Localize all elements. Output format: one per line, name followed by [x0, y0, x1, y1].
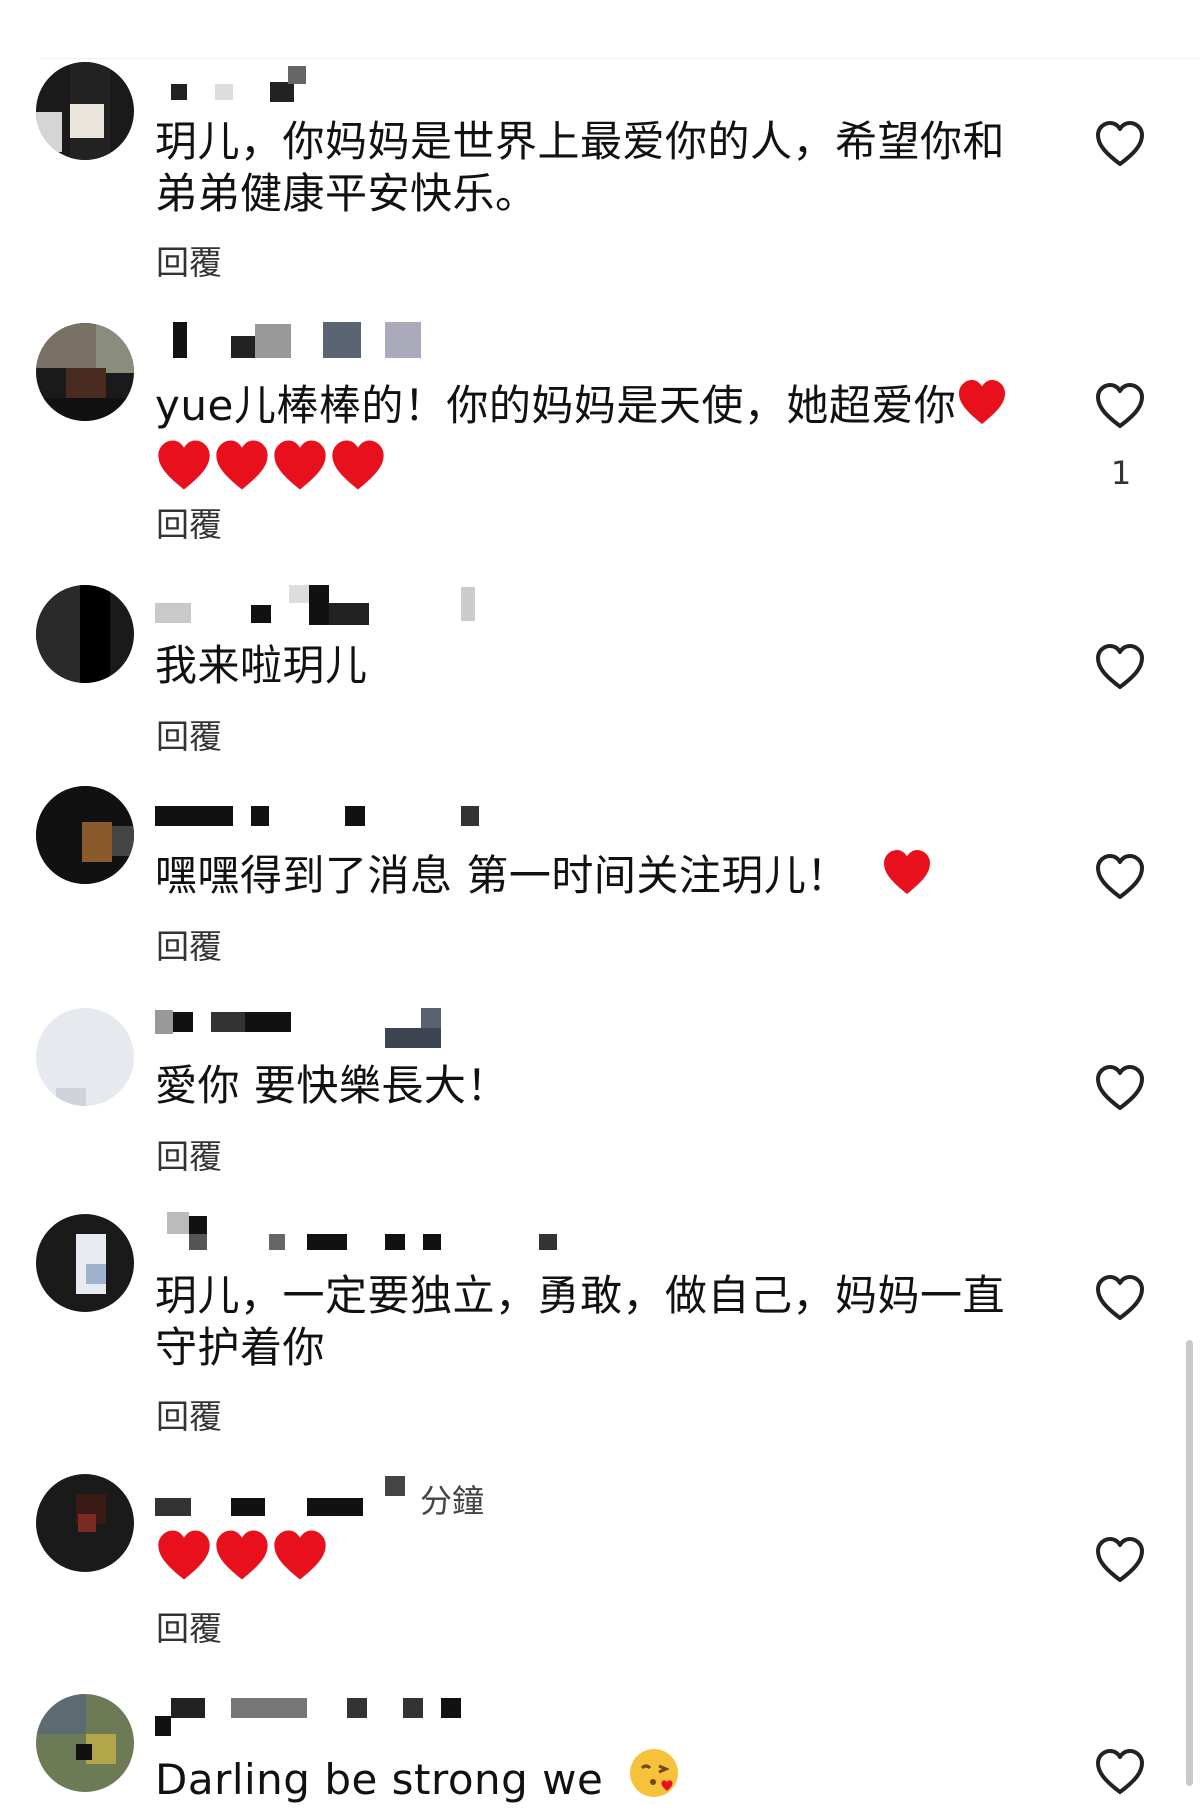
comment-text: 我来啦玥儿	[155, 641, 368, 690]
red-heart-emoji	[329, 438, 387, 504]
like-button[interactable]	[1094, 853, 1146, 901]
heart-outline-icon	[1096, 121, 1144, 166]
like-button[interactable]	[1094, 120, 1146, 168]
comment-text: 嘿嘿得到了消息 第一时间关注玥儿！	[155, 848, 1045, 908]
comment-text: 玥儿，一定要独立，勇敢，做自己，妈妈一直守护着你	[155, 1271, 1006, 1372]
like-button[interactable]	[1094, 1536, 1146, 1584]
comment-text	[155, 1528, 1045, 1594]
reply-button[interactable]: 回覆	[156, 1390, 222, 1438]
red-heart-emoji	[271, 438, 329, 504]
avatar[interactable]	[36, 1474, 134, 1572]
heart-outline-icon	[1096, 1749, 1144, 1794]
reply-button[interactable]: 回覆	[156, 920, 222, 968]
kiss-face-emoji	[627, 1746, 681, 1812]
username-redacted[interactable]	[155, 585, 515, 625]
username-redacted[interactable]	[155, 322, 515, 358]
username-redacted[interactable]	[155, 66, 515, 102]
avatar[interactable]	[36, 323, 134, 421]
emoji-row	[155, 440, 387, 496]
red-heart-emoji	[155, 438, 213, 504]
red-heart-emoji	[956, 378, 1008, 438]
avatar[interactable]	[36, 1214, 134, 1312]
username-redacted[interactable]	[155, 1696, 515, 1736]
red-heart-emoji	[213, 438, 271, 504]
heart-outline-icon	[1096, 1065, 1144, 1110]
comment-text-content: Darling be strong we	[155, 1755, 604, 1804]
reply-button[interactable]: 回覆	[156, 236, 222, 284]
comment-text: 玥儿，你妈妈是世界上最爱你的人，希望你和弟弟健康平安快乐。	[155, 117, 1006, 218]
avatar[interactable]	[36, 1008, 134, 1106]
like-button[interactable]	[1094, 1274, 1146, 1322]
red-heart-emoji	[155, 1528, 213, 1594]
reply-button[interactable]: 回覆	[156, 710, 222, 758]
like-button[interactable]	[1094, 1748, 1146, 1796]
username-redacted[interactable]	[155, 800, 515, 836]
red-heart-emoji	[213, 1528, 271, 1594]
avatar[interactable]	[36, 786, 134, 884]
red-heart-emoji	[881, 848, 933, 908]
top-divider	[40, 58, 1200, 59]
comment-text: yue儿棒棒的！你的妈妈是天使，她超爱你	[155, 378, 1045, 504]
heart-outline-icon	[1096, 1275, 1144, 1320]
like-count: 1	[1110, 454, 1132, 492]
heart-outline-icon	[1096, 644, 1144, 689]
heart-outline-icon	[1096, 1537, 1144, 1582]
reply-button[interactable]: 回覆	[156, 498, 222, 546]
comment-text: 愛你 要快樂長大！	[155, 1061, 509, 1110]
timestamp: 分鐘	[420, 1482, 485, 1520]
emoji-row	[155, 1530, 329, 1586]
heart-outline-icon	[1096, 854, 1144, 899]
username-redacted[interactable]	[155, 1008, 515, 1048]
username-redacted[interactable]	[155, 1212, 557, 1250]
avatar[interactable]	[36, 62, 134, 160]
scrollbar[interactable]	[1186, 1340, 1193, 1786]
red-heart-emoji	[271, 1528, 329, 1594]
reply-button[interactable]: 回覆	[156, 1602, 222, 1650]
comment-text: Darling be strong we	[155, 1746, 1045, 1812]
like-button[interactable]	[1094, 382, 1146, 430]
comment-text-content: yue儿棒棒的！你的妈妈是天使，她超爱你	[155, 381, 957, 430]
like-button[interactable]	[1094, 1064, 1146, 1112]
comment-text-content: 嘿嘿得到了消息 第一时间关注玥儿！	[155, 851, 849, 900]
avatar[interactable]	[36, 585, 134, 683]
reply-button[interactable]: 回覆	[156, 1130, 222, 1178]
like-button[interactable]	[1094, 643, 1146, 691]
avatar[interactable]	[36, 1694, 134, 1792]
heart-outline-icon	[1096, 383, 1144, 428]
